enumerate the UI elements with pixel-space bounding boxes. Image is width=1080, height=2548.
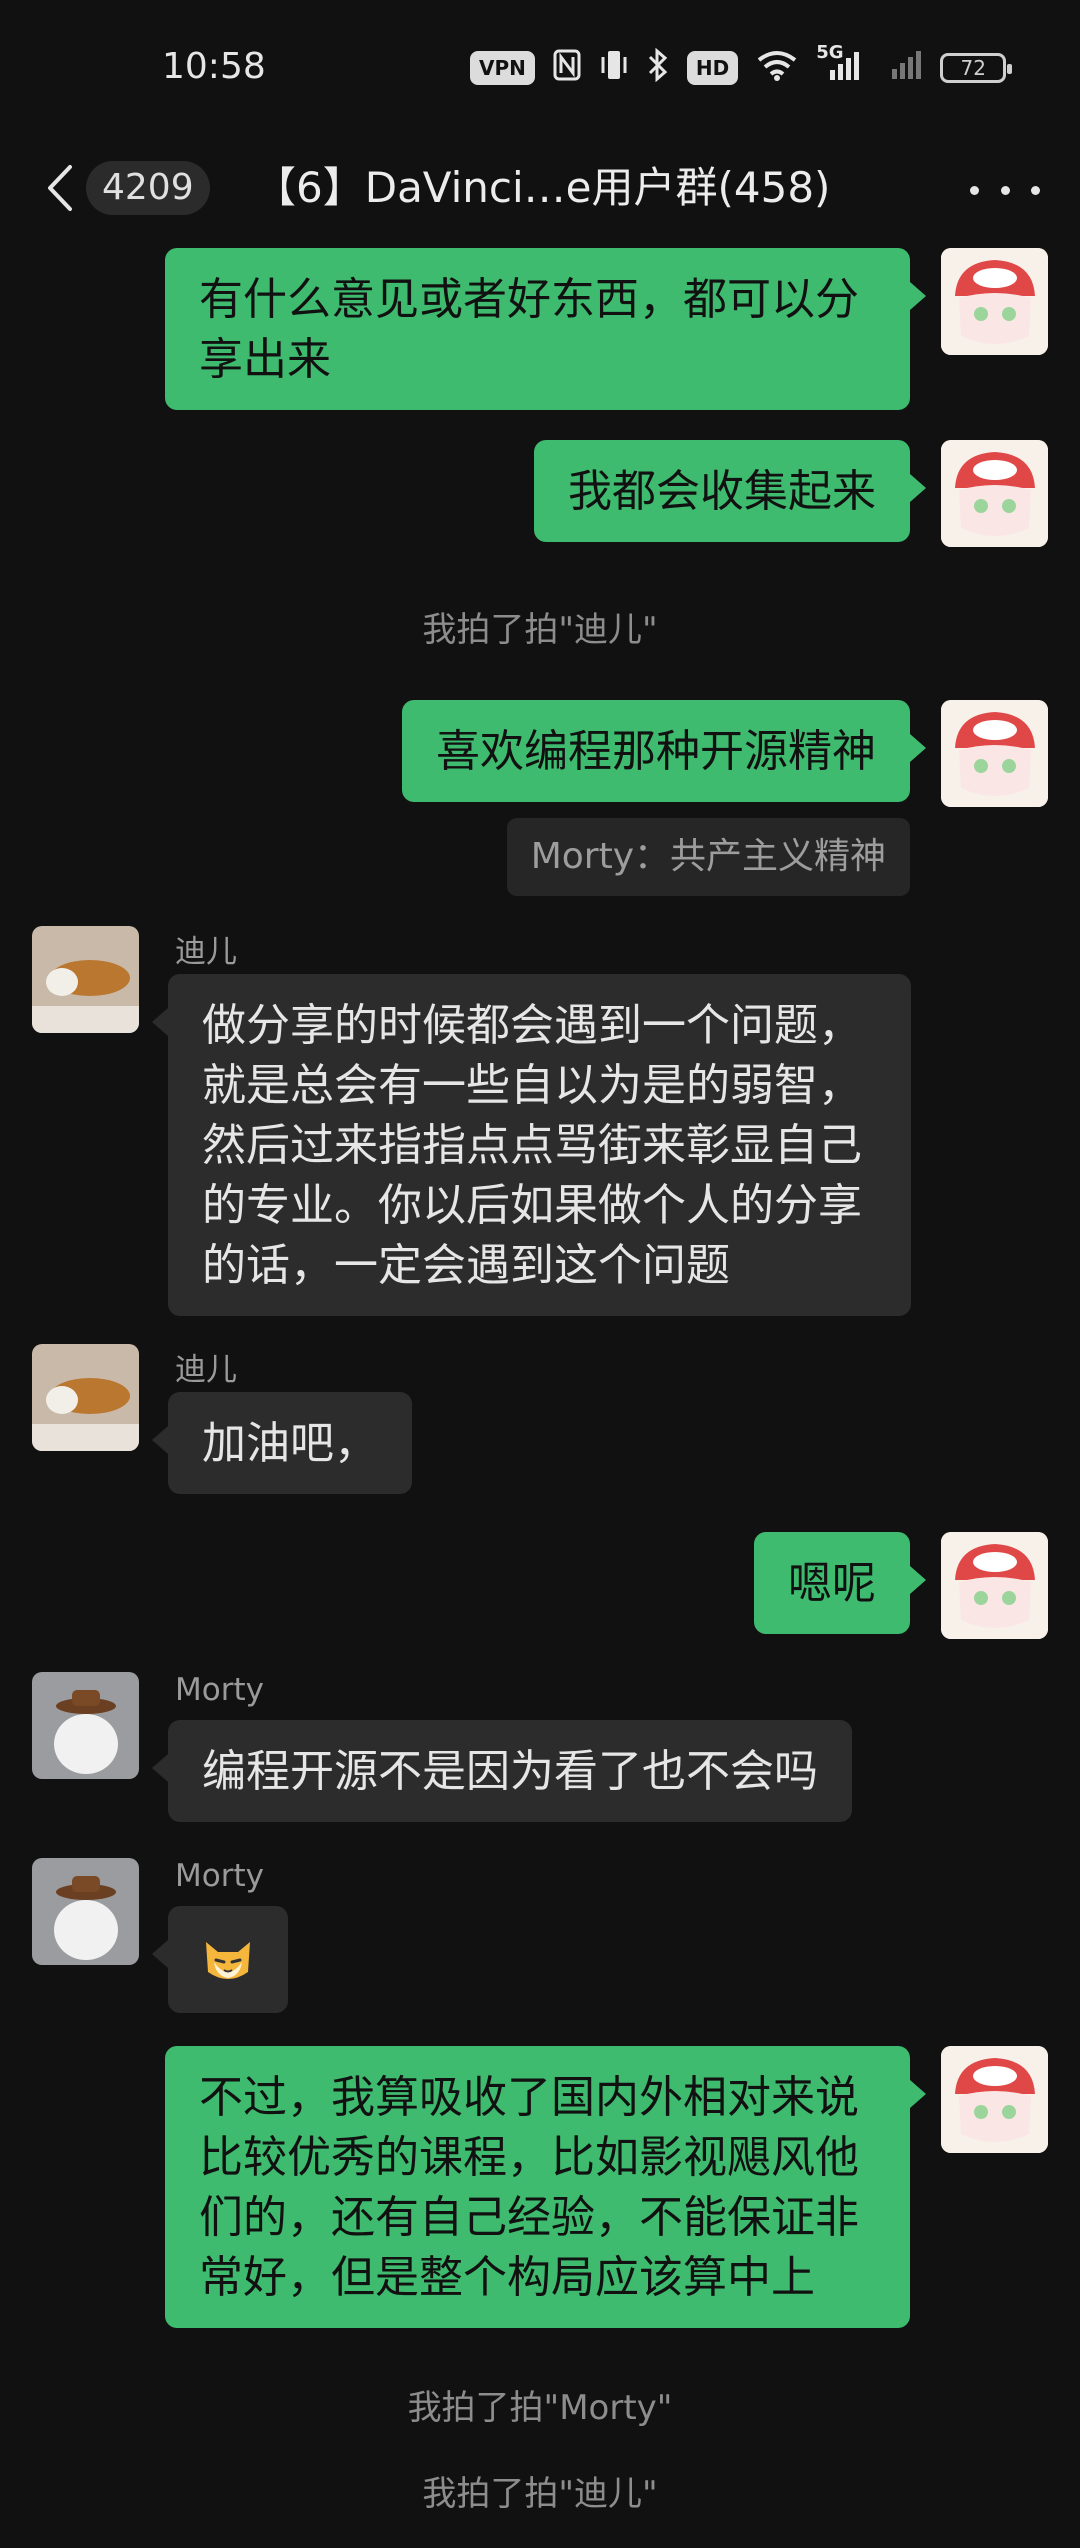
hd-icon: HD [686,51,739,85]
signal-5g-icon: 5G [816,44,860,86]
user-avatar-morty[interactable] [32,1672,139,1779]
anime-avatar-icon [941,440,1048,547]
unread-count-badge[interactable]: 4209 [86,161,210,215]
message-bubble[interactable]: 喜欢编程那种开源精神 [402,700,926,802]
signal-5g-label: 5G [816,42,844,63]
anime-avatar-icon [941,2046,1048,2153]
sender-name: Morty [175,1672,264,1708]
system-notice: 我拍了拍"Morty" [407,2388,673,2428]
chevron-left-icon [48,165,72,211]
message-bubble[interactable]: 嗯呢 [754,1532,926,1634]
my-avatar[interactable] [941,248,1048,355]
signal-sim2-icon [878,49,922,87]
user-avatar-dier[interactable] [32,1344,139,1451]
chat-header: 4209 【6】DaVinci…e用户群(458) [0,140,1080,240]
message-bubble[interactable]: 做分享的时候都会遇到一个问题，就是总会有一些自以为是的弱智，然后过来指指点点骂街… [152,974,911,1316]
user-avatar-morty[interactable] [32,1858,139,1965]
more-dot-icon [970,185,979,195]
anime-avatar-icon [941,700,1048,807]
sender-name: 迪儿 [175,1352,237,1388]
anime-avatar-icon [941,248,1048,355]
my-avatar[interactable] [941,1532,1048,1639]
cat-photo-avatar-icon [32,1344,139,1451]
vibrate-icon [599,48,629,88]
status-time: 10:58 [162,46,266,87]
message-bubble[interactable]: 不过，我算吸收了国内外相对来说比较优秀的课程，比如影视飓风他们的，还有自己经验，… [165,2046,926,2328]
cat-photo-avatar-icon [32,926,139,1033]
battery-icon: 72 [940,53,1013,83]
cowboy-cat-avatar-icon [32,1858,139,1965]
nfc-icon [553,49,581,87]
wifi-icon [756,49,798,87]
chat-title: 【6】DaVinci…e用户群(458) [254,163,831,212]
more-options-button[interactable] [970,168,1040,212]
message-bubble[interactable]: 我都会收集起来 [534,440,926,542]
system-notice: 我拍了拍"迪儿" [422,610,658,650]
my-avatar[interactable] [941,440,1048,547]
my-avatar[interactable] [941,2046,1048,2153]
cat-emoji-icon [206,1941,250,1979]
status-icons: VPN HD 5G 72 [470,44,1013,88]
user-avatar-dier[interactable] [32,926,139,1033]
sender-name: 迪儿 [175,934,237,970]
anime-avatar-icon [941,1532,1048,1639]
bluetooth-icon [647,47,669,88]
cowboy-cat-avatar-icon [32,1672,139,1779]
sender-name: Morty [175,1858,264,1894]
message-bubble[interactable]: 编程开源不是因为看了也不会吗 [152,1720,852,1822]
message-bubble[interactable]: 加油吧， [152,1392,412,1494]
chat-message-list[interactable]: 有什么意见或者好东西，都可以分享出来 我都会收集起来 我拍了拍"迪儿" 喜欢编程… [0,240,1080,2548]
status-bar: 10:58 VPN HD 5G 72 [0,0,1080,140]
my-avatar[interactable] [941,700,1048,807]
more-dot-icon [1031,185,1040,195]
sticker-message[interactable] [152,1906,288,2013]
message-bubble[interactable]: 有什么意见或者好东西，都可以分享出来 [165,248,926,410]
back-button[interactable] [30,158,90,218]
quoted-reply[interactable]: Morty：共产主义精神 [506,818,910,896]
more-dot-icon [1000,185,1010,195]
vpn-icon: VPN [470,51,535,85]
system-notice: 我拍了拍"迪儿" [422,2474,658,2514]
